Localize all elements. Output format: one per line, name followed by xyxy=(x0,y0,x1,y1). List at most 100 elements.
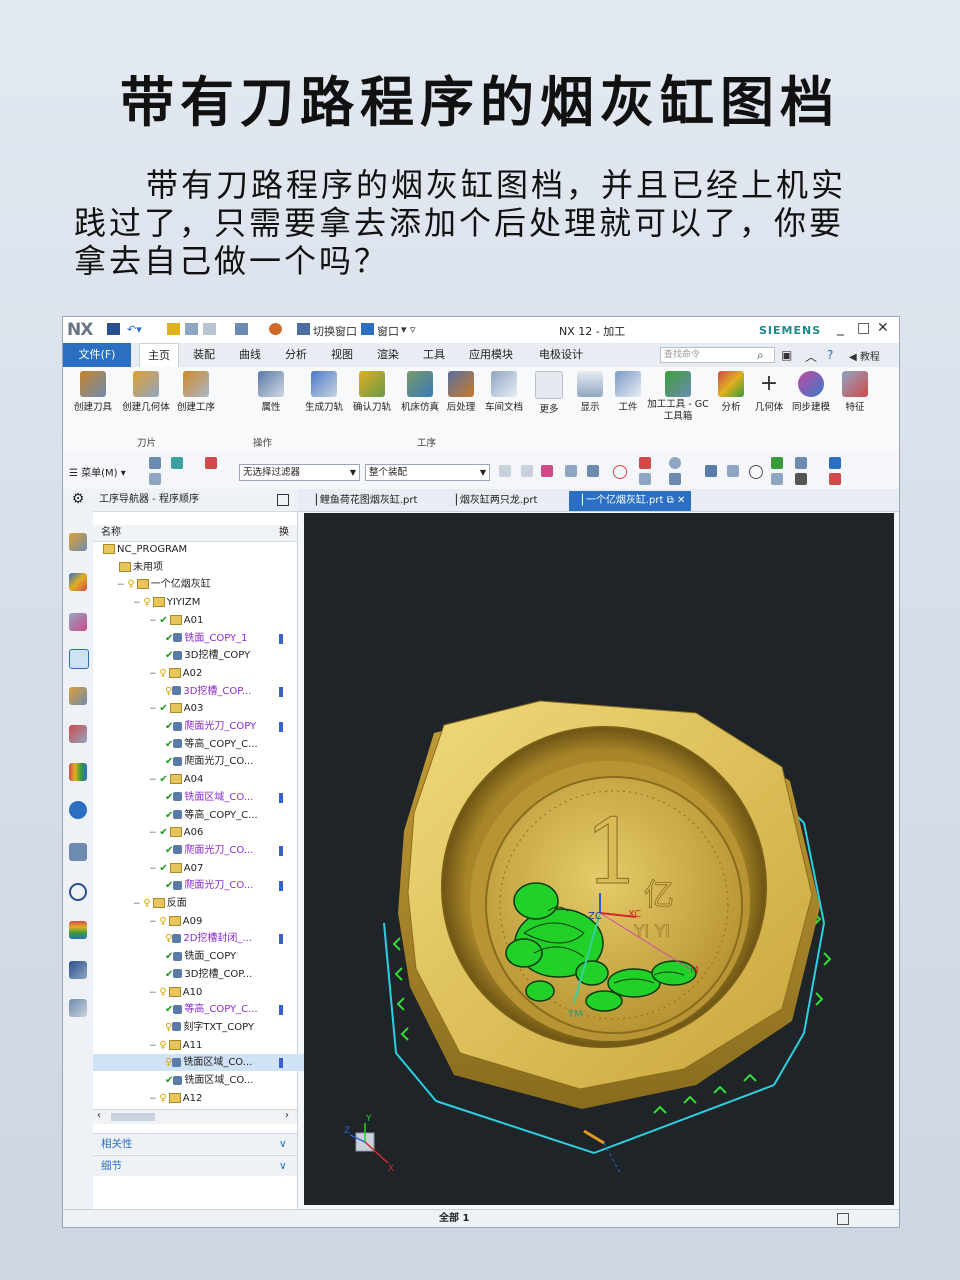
select-all-icon[interactable] xyxy=(149,473,161,485)
generate-toolpath-button[interactable]: 生成刀轨 xyxy=(301,371,347,413)
history-icon[interactable] xyxy=(69,883,87,901)
properties-button[interactable]: 属性 xyxy=(251,371,291,413)
filter-icon[interactable] xyxy=(205,457,217,469)
snap-mid-icon[interactable] xyxy=(541,465,553,477)
collapse-toggle-icon[interactable]: − xyxy=(149,828,159,838)
tree-group-row[interactable]: 未用项 xyxy=(93,559,307,576)
close-button[interactable]: ✕ xyxy=(877,320,889,336)
sync-modeling-button[interactable]: 同步建模 xyxy=(789,371,833,413)
repeat-icon[interactable] xyxy=(269,323,282,335)
settings-icon[interactable]: ⚙ xyxy=(69,491,87,509)
minimize-button[interactable]: _ xyxy=(837,320,844,336)
tab-view[interactable]: 视图 xyxy=(331,343,353,367)
select-icon[interactable] xyxy=(149,457,161,469)
dropdown-chevron-icon[interactable]: ▾ ▿ xyxy=(401,323,416,336)
snap-icon[interactable] xyxy=(171,457,183,469)
create-operation-button[interactable]: 创建工序 xyxy=(173,371,219,413)
snap-quadrant-icon[interactable] xyxy=(639,457,651,469)
collapse-toggle-icon[interactable]: − xyxy=(149,1094,159,1104)
tree-group-row[interactable]: − ♀ A10 xyxy=(93,984,339,1001)
tree-group-row[interactable]: − ✔ A03 xyxy=(93,700,339,717)
display-button[interactable]: 显示 xyxy=(573,371,607,413)
view-orient-icon[interactable] xyxy=(669,457,681,469)
operation-navigator-icon[interactable] xyxy=(69,649,89,669)
assembly-scope-select[interactable]: 整个装配 ▼ xyxy=(365,464,490,481)
close-tab-icon[interactable]: ✕ xyxy=(677,495,685,506)
visualization-icon[interactable] xyxy=(69,921,87,939)
collapse-ribbon-icon[interactable]: ︿ xyxy=(805,348,817,365)
tree-group-row[interactable]: NC_PROGRAM xyxy=(93,541,291,558)
doc-tab-carp-lotus[interactable]: ▕ 鲤鱼荷花图烟灰缸.prt xyxy=(303,491,423,511)
assembly-navigator-icon[interactable] xyxy=(69,573,87,591)
switch-window-button[interactable]: 切换窗口 xyxy=(313,323,357,339)
section-view-icon[interactable] xyxy=(829,473,841,485)
shaded-icon[interactable] xyxy=(795,473,807,485)
create-geometry-button[interactable]: 创建几何体 xyxy=(119,371,173,413)
copy-icon[interactable] xyxy=(185,323,198,335)
object-color-icon[interactable] xyxy=(829,457,841,469)
snap-control-icon[interactable] xyxy=(565,465,577,477)
create-tool-button[interactable]: 创建刀具 xyxy=(67,371,119,413)
wcs-icon[interactable] xyxy=(771,457,783,469)
help-icon[interactable]: ? xyxy=(827,348,833,362)
search-icon[interactable]: ⌕ xyxy=(757,348,764,363)
collapse-toggle-icon[interactable]: − xyxy=(133,598,143,608)
selection-filter-select[interactable]: 无选择过滤器 ▼ xyxy=(239,464,360,481)
geometry-button[interactable]: + 几何体 xyxy=(751,371,787,413)
color-palette-icon[interactable] xyxy=(69,763,87,781)
display-mode-icon[interactable] xyxy=(795,457,807,469)
tab-curve[interactable]: 曲线 xyxy=(239,343,261,367)
menu-button[interactable]: ☰ 菜单(M) ▾ xyxy=(69,464,126,479)
render-style-icon[interactable] xyxy=(669,473,681,485)
collapse-toggle-icon[interactable]: − xyxy=(149,616,159,626)
maximize-button[interactable]: □ xyxy=(857,320,870,336)
tutorial-link[interactable]: ◀ 教程 xyxy=(849,348,880,363)
tab-home[interactable]: 主页 xyxy=(139,343,179,368)
maximize-panel-icon[interactable] xyxy=(277,494,289,506)
collapse-toggle-icon[interactable]: − xyxy=(149,988,159,998)
tree-group-row[interactable]: − ✔ A04 xyxy=(93,771,339,788)
save-icon[interactable] xyxy=(107,323,120,335)
scroll-left-icon[interactable]: ‹ xyxy=(97,1110,101,1121)
tree-group-row[interactable]: − ♀ A09 xyxy=(93,913,339,930)
tree-group-row[interactable]: − ♀ 反面 xyxy=(93,895,323,912)
related-panel[interactable]: 相关性 ∨ xyxy=(93,1133,297,1154)
analysis-button[interactable]: 分析 xyxy=(713,371,749,413)
constraint-navigator-icon[interactable] xyxy=(69,613,87,631)
horizontal-scrollbar[interactable]: ‹ › xyxy=(93,1109,297,1124)
layer-icon[interactable] xyxy=(771,473,783,485)
zoom-icon[interactable] xyxy=(727,465,739,477)
postprocess-button[interactable]: 后处理 xyxy=(443,371,479,413)
window-layout-icon[interactable] xyxy=(235,323,248,335)
file-menu[interactable]: 文件(F) xyxy=(63,343,131,367)
rotate-icon[interactable] xyxy=(749,465,763,479)
fit-view-icon[interactable] xyxy=(705,465,717,477)
tree-group-row[interactable]: − ✔ A01 xyxy=(93,612,339,629)
document-icon[interactable] xyxy=(69,843,87,861)
snap-end-icon[interactable] xyxy=(521,465,533,477)
collapse-toggle-icon[interactable]: − xyxy=(149,917,159,927)
window-icon[interactable] xyxy=(361,323,374,335)
roles-icon[interactable] xyxy=(69,961,87,979)
tree-group-row[interactable]: − ♀ A12 xyxy=(93,1090,339,1107)
collapse-toggle-icon[interactable]: − xyxy=(133,899,143,909)
cut-icon[interactable] xyxy=(167,323,180,335)
verify-toolpath-button[interactable]: 确认刀轨 xyxy=(349,371,395,413)
collapse-toggle-icon[interactable]: − xyxy=(117,580,127,590)
tree-group-row[interactable]: − ♀ A11 xyxy=(93,1037,339,1054)
collapse-toggle-icon[interactable]: − xyxy=(149,775,159,785)
tree-group-row[interactable]: − ♀ A02 xyxy=(93,665,339,682)
snap-intersection-icon[interactable] xyxy=(587,465,599,477)
collapse-toggle-icon[interactable]: − xyxy=(149,669,159,679)
tree-group-row[interactable]: − ✔ A07 xyxy=(93,860,339,877)
part-navigator-icon[interactable] xyxy=(69,533,87,551)
fullscreen-icon[interactable] xyxy=(837,1213,849,1225)
column-change[interactable]: 换 xyxy=(279,525,289,541)
shop-documentation-button[interactable]: 车间文档 xyxy=(481,371,527,413)
doc-tab-two-dragons[interactable]: ▕ 烟灰缸两只龙.prt xyxy=(443,491,543,511)
detail-panel[interactable]: 细节 ∨ xyxy=(93,1155,297,1176)
collapse-toggle-icon[interactable]: − xyxy=(149,704,159,714)
tab-render[interactable]: 渲染 xyxy=(377,343,399,367)
group-label-operation[interactable]: 操作 xyxy=(253,435,272,449)
more-button[interactable]: 更多 xyxy=(533,371,565,415)
